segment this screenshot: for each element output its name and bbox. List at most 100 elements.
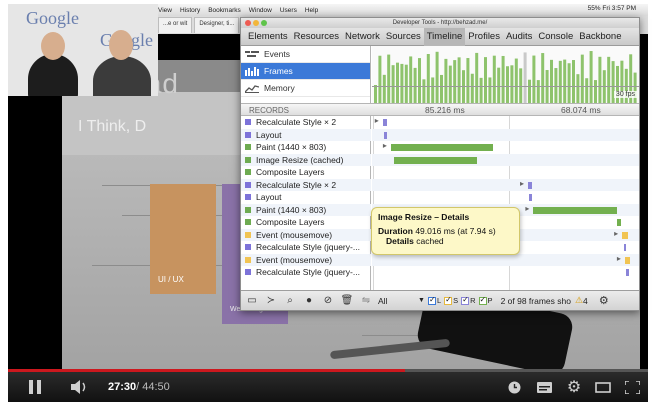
timeline-bar[interactable] [384, 131, 387, 139]
record-row[interactable]: Image Resize (cached) [241, 153, 371, 166]
minimize-window-icon[interactable] [253, 20, 259, 26]
mode-memory[interactable]: Memory [241, 80, 370, 97]
tab-backbone[interactable]: Backbone [576, 28, 624, 46]
timeline-row[interactable] [372, 166, 639, 179]
record-category-swatch [245, 206, 251, 213]
tab-audits[interactable]: Audits [503, 28, 535, 46]
record-row[interactable]: Recalculate Style × 2 [241, 116, 371, 129]
frame-bar [523, 52, 527, 103]
garbage-collect-icon[interactable]: 🗑 [339, 294, 355, 308]
clear-icon[interactable]: ⊘ [320, 294, 336, 308]
record-row[interactable]: Paint (1440 × 803) [241, 203, 371, 216]
menu-view[interactable]: View [158, 7, 172, 14]
record-row[interactable]: Paint (1440 × 803) [241, 141, 371, 154]
zoom-window-icon[interactable] [261, 20, 267, 26]
menu-help[interactable]: Help [305, 7, 318, 14]
captions-button[interactable] [534, 372, 554, 402]
timeline-row[interactable] [372, 266, 639, 279]
frame-bar [572, 60, 575, 103]
mode-frames[interactable]: Frames [241, 63, 370, 80]
mode-events[interactable]: Events [241, 46, 370, 63]
frame-bar [404, 64, 408, 103]
frame-bar [541, 53, 545, 103]
record-row[interactable]: Layout [241, 128, 371, 141]
timeline-row[interactable] [372, 191, 639, 204]
timeline-row[interactable]: ▸ [372, 116, 639, 129]
timeline-bar[interactable] [390, 144, 494, 151]
pause-button[interactable] [24, 372, 46, 402]
checkbox-scripting[interactable]: S [444, 295, 458, 305]
tab-profiles[interactable]: Profiles [465, 28, 503, 46]
tab-sources[interactable]: Sources [383, 28, 424, 46]
browser-tab[interactable]: Designer, ti... [194, 17, 240, 33]
settings-button[interactable]: ⚙ [564, 372, 584, 402]
timeline-row[interactable] [372, 128, 639, 141]
record-row[interactable]: Recalculate Style (jquery-... [241, 266, 371, 279]
timeline-bar[interactable] [616, 219, 621, 226]
record-row[interactable]: Recalculate Style × 2 [241, 178, 371, 191]
fullscreen-button[interactable] [622, 372, 642, 402]
timeline-bar[interactable] [626, 269, 629, 276]
timeline-bar[interactable] [624, 256, 631, 264]
dock-icon[interactable]: ▭ [244, 294, 260, 308]
record-row[interactable]: Event (mousemove) [241, 253, 371, 266]
menu-bookmarks[interactable]: Bookmarks [208, 7, 241, 14]
expand-arrow-icon[interactable]: ▸ [614, 229, 618, 238]
tab-elements[interactable]: Elements [245, 28, 291, 46]
record-row[interactable]: Recalculate Style (jquery-... [241, 241, 371, 254]
theater-mode-button[interactable] [593, 372, 613, 402]
frames-overview[interactable]: 30 fps [372, 46, 639, 103]
frame-bar [374, 85, 377, 103]
timeline-bar[interactable] [622, 231, 628, 239]
record-row[interactable]: Event (mousemove) [241, 228, 371, 241]
frame-bar [382, 74, 386, 103]
close-window-icon[interactable] [245, 20, 251, 26]
tab-resources[interactable]: Resources [291, 28, 342, 46]
volume-button[interactable] [68, 372, 92, 402]
checkbox-painting[interactable]: P [478, 295, 493, 305]
frame-bar [378, 55, 382, 103]
timeline-bar[interactable] [529, 194, 533, 201]
expand-arrow-icon[interactable]: ▸ [525, 204, 529, 213]
record-icon[interactable]: ● [301, 294, 317, 308]
expand-arrow-icon[interactable]: ▸ [375, 116, 379, 125]
frame-bar [413, 67, 417, 103]
timeline-bar[interactable] [528, 181, 533, 189]
expand-arrow-icon[interactable]: ▸ [617, 254, 621, 263]
record-row[interactable]: Composite Layers [241, 216, 371, 229]
menu-window[interactable]: Window [249, 7, 272, 14]
glue-events-icon[interactable]: ⇋ [358, 294, 374, 308]
browser-tab[interactable]: ...e or wit [158, 17, 193, 33]
tab-timeline[interactable]: Timeline [423, 27, 466, 46]
checkbox-rendering[interactable]: R [461, 295, 476, 305]
expand-arrow-icon[interactable]: ▸ [383, 141, 387, 150]
timeline-row[interactable]: ▸ [372, 253, 639, 266]
console-drawer-icon[interactable]: ≻ [263, 294, 279, 308]
record-filter-select[interactable]: All [378, 296, 418, 306]
timeline-row[interactable]: ▸ [372, 178, 639, 191]
expand-arrow-icon[interactable]: ▸ [520, 179, 524, 188]
frame-bar [435, 51, 439, 103]
tooltip-duration-label: Duration [378, 226, 413, 236]
warning-icon[interactable]: ⚠ [575, 295, 583, 306]
timeline-row[interactable]: ▸ [372, 141, 639, 154]
frame-bar [528, 79, 531, 103]
gear-icon[interactable]: ⚙ [596, 294, 612, 308]
timeline-row[interactable] [372, 153, 639, 166]
record-row[interactable]: Layout [241, 191, 371, 204]
watch-later-button[interactable] [505, 372, 523, 402]
timeline-bar[interactable] [533, 206, 617, 214]
checkbox-loading[interactable]: L [427, 295, 441, 305]
menu-users[interactable]: Users [280, 7, 297, 14]
chevron-down-icon[interactable]: ▼ [418, 297, 425, 304]
timeline-bar[interactable] [382, 119, 387, 126]
menu-history[interactable]: History [180, 7, 200, 14]
record-row[interactable]: Composite Layers [241, 166, 371, 179]
timeline-bar[interactable] [623, 244, 627, 251]
search-icon[interactable]: ⌕ [282, 294, 298, 308]
timeline-bar[interactable] [393, 156, 477, 164]
tab-console[interactable]: Console [535, 28, 576, 46]
volume-icon [71, 380, 86, 394]
tab-network[interactable]: Network [342, 28, 383, 46]
frame-bar [532, 55, 536, 103]
